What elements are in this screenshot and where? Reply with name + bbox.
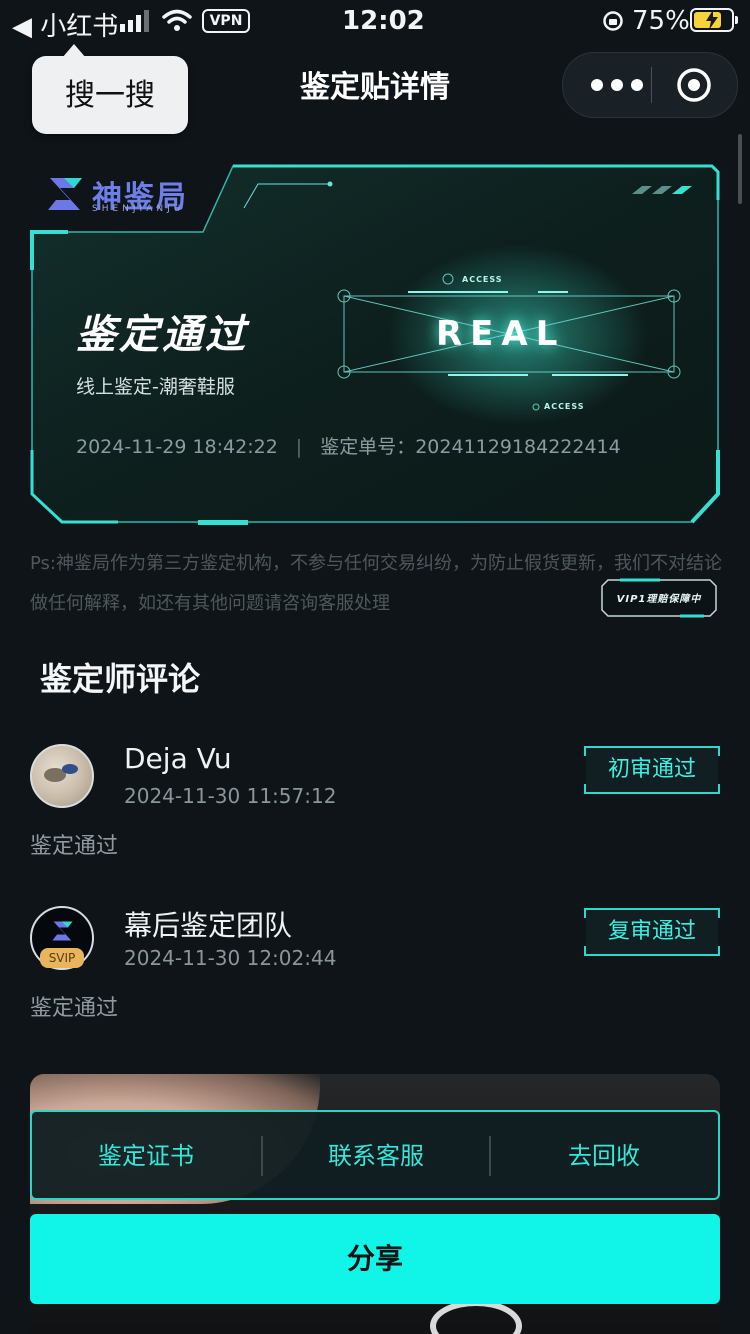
search-tooltip[interactable]: 搜一搜 xyxy=(32,44,188,134)
miniprogram-capsule xyxy=(562,52,738,118)
access-label-top: ACCESS xyxy=(462,275,503,284)
vip-claim-badge[interactable]: VIP1理赔保障中 xyxy=(600,578,718,618)
cellular-signal-icon xyxy=(120,10,149,32)
shoe-logo-in-photo xyxy=(430,1300,522,1334)
scroll-indicator xyxy=(738,134,742,204)
vpn-badge: VPN xyxy=(202,9,250,33)
real-stamp: REAL xyxy=(436,314,566,354)
certificate-meta: 2024-11-29 18:42:22 | 鉴定单号：202411291842224… xyxy=(76,432,621,459)
back-to-app-link[interactable]: ◀ 小红书 xyxy=(12,6,118,43)
wifi-icon xyxy=(162,9,192,31)
svip-badge: SVIP xyxy=(40,948,84,968)
action-bar: 鉴定证书 联系客服 去回收 xyxy=(30,1110,720,1200)
close-miniprogram-icon[interactable] xyxy=(675,66,713,104)
status-bar: ◀ 小红书 VPN 12:02 75% xyxy=(0,0,750,44)
vip-badge-label: VIP1理赔保障中 xyxy=(616,594,702,605)
order-number: 20241129184222414 xyxy=(415,436,621,458)
contact-service-button[interactable]: 联系客服 xyxy=(262,1112,490,1198)
comment-time: 2024-11-30 12:02:44 xyxy=(124,946,337,970)
battery-icon xyxy=(690,8,738,32)
commenter-name: Deja Vu xyxy=(124,742,232,775)
result-title: 鉴定通过 xyxy=(76,312,248,358)
share-button[interactable]: 分享 xyxy=(30,1214,720,1304)
comment-text: 鉴定通过 xyxy=(30,834,119,859)
meta-separator: | xyxy=(295,436,303,458)
category-label: 线上鉴定-潮奢鞋服 xyxy=(76,376,235,398)
comment-time: 2024-11-30 11:57:12 xyxy=(124,784,337,808)
comments-section-title: 鉴定师评论 xyxy=(40,660,201,698)
brand-subtitle: SHENJIANJU xyxy=(92,204,185,214)
shield-logo-icon xyxy=(52,921,73,941)
order-label: 鉴定单号： xyxy=(320,436,416,458)
shenjianju-logo-icon xyxy=(48,178,82,210)
certificate-button[interactable]: 鉴定证书 xyxy=(32,1112,260,1198)
more-options-icon[interactable] xyxy=(583,53,651,117)
battery-percent: 75% xyxy=(632,6,690,36)
clock-time: 12:02 xyxy=(342,6,425,36)
commenter-name: 幕后鉴定团队 xyxy=(124,909,293,942)
charging-bolt-icon xyxy=(706,10,718,30)
access-label-bottom: ACCESS xyxy=(544,402,585,411)
rotation-lock-icon xyxy=(603,11,623,31)
certificate-date: 2024-11-29 18:42:22 xyxy=(76,436,278,458)
comment-item: SVIP 幕后鉴定团队 2024-11-30 12:02:44 鉴定通过 复审通… xyxy=(30,906,721,1036)
avatar[interactable] xyxy=(30,744,94,808)
comment-item: Deja Vu 2024-11-30 11:57:12 鉴定通过 初审通过 xyxy=(30,742,721,874)
review-status-badge: 复审通过 xyxy=(583,908,721,956)
recycle-button[interactable]: 去回收 xyxy=(490,1112,718,1198)
review-status-badge: 初审通过 xyxy=(583,746,721,794)
comment-text: 鉴定通过 xyxy=(30,996,119,1021)
